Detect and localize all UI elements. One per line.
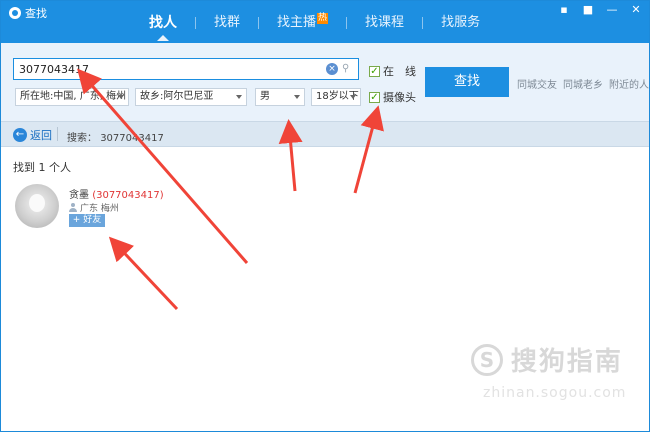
title-bar: 查找 ▪ ■ — ✕ 找人 找群 找主播热 找课程 找服务 — [1, 1, 649, 43]
search-panel: × ⚲ ✓ 在 线 ✓ 摄像头 查找 同城交友 同城老乡 附近的人 所在地:中国… — [1, 43, 649, 121]
link-fellow-townsmen[interactable]: 同城老乡 — [563, 76, 603, 91]
tab-label: 找课程 — [365, 15, 405, 30]
hot-badge: 热 — [317, 13, 329, 24]
result-count: 找到 1 个人 — [13, 161, 71, 174]
app-logo-icon — [9, 7, 21, 19]
camera-label: 摄像头 — [383, 91, 416, 104]
user-location: 广东 梅州 — [69, 201, 119, 214]
toolbar-divider — [57, 127, 58, 141]
search-breadcrumb: 搜索： 3077043417 — [67, 129, 164, 144]
tab-label: 找服务 — [441, 15, 481, 30]
person-icon — [69, 203, 77, 212]
close-button[interactable]: ✕ — [629, 3, 643, 16]
hometown-select[interactable]: 故乡:阿尔巴尼亚 — [135, 88, 247, 106]
avatar[interactable] — [15, 184, 59, 228]
chevron-down-icon — [118, 95, 124, 99]
hometown-select-value: 故乡:阿尔巴尼亚 — [140, 91, 214, 102]
tab-find-services[interactable]: 找服务 — [423, 13, 498, 41]
tab-label: 找主播 — [277, 15, 317, 30]
search-window: 查找 ▪ ■ — ✕ 找人 找群 找主播热 找课程 找服务 × ⚲ ✓ 在 — [0, 0, 650, 432]
main-tabs: 找人 找群 找主播热 找课程 找服务 — [131, 13, 498, 41]
watermark-text: 搜狗指南 — [510, 347, 623, 377]
search-box: × ⚲ — [13, 58, 359, 80]
sogou-logo-icon: S — [471, 343, 503, 376]
gender-select[interactable]: 男 — [255, 88, 305, 106]
watermark-url: zhinan.sogou.com — [483, 385, 627, 401]
tab-find-people[interactable]: 找人 — [131, 13, 195, 41]
search-input[interactable] — [14, 59, 314, 79]
tab-find-courses[interactable]: 找课程 — [347, 13, 422, 41]
back-label: 返回 — [30, 129, 52, 142]
add-friend-button[interactable]: + 好友 — [69, 214, 105, 227]
user-name[interactable]: 贪墨 (3077043417) — [69, 186, 164, 201]
chevron-down-icon — [294, 95, 300, 99]
search-term: 3077043417 — [100, 133, 164, 144]
camera-checkbox[interactable]: ✓ — [369, 91, 380, 103]
app-title: 查找 — [9, 5, 47, 21]
tab-find-groups[interactable]: 找群 — [196, 13, 258, 41]
search-prefix: 搜索： — [67, 133, 97, 144]
tab-label: 找群 — [214, 15, 241, 30]
clear-icon[interactable]: × — [326, 63, 338, 75]
age-select[interactable]: 18岁以下 — [311, 88, 361, 106]
location-pin-icon[interactable]: ⚲ — [342, 63, 352, 75]
tab-label: 找人 — [149, 15, 177, 31]
watermark: S 搜狗指南 zhinan.sogou.com — [471, 341, 625, 401]
skin-icon[interactable]: ▪ — [557, 3, 571, 16]
back-button[interactable]: ← 返回 — [13, 127, 52, 143]
gender-select-value: 男 — [260, 91, 270, 102]
user-location-text: 广东 梅州 — [80, 204, 119, 214]
settings-icon[interactable]: ■ — [581, 3, 595, 16]
online-checkbox[interactable]: ✓ — [369, 65, 380, 77]
online-label: 在 线 — [383, 65, 416, 78]
window-title: 查找 — [25, 7, 47, 20]
link-local-friends[interactable]: 同城交友 — [517, 76, 557, 91]
find-button[interactable]: 查找 — [425, 67, 509, 97]
link-nearby-people[interactable]: 附近的人 — [609, 76, 649, 91]
tab-find-streamers[interactable]: 找主播热 — [259, 13, 346, 41]
chevron-down-icon — [236, 95, 242, 99]
location-select-value: 所在地:中国, 广东, 梅州 — [20, 91, 127, 102]
minimize-button[interactable]: — — [605, 3, 619, 16]
user-nickname: 贪墨 — [69, 190, 89, 201]
arrow-to-add-friend — [108, 236, 179, 311]
camera-option[interactable]: ✓ 摄像头 — [369, 89, 416, 105]
result-toolbar: ← 返回 搜索： 3077043417 — [1, 121, 649, 147]
chevron-down-icon — [350, 95, 356, 99]
back-arrow-icon: ← — [13, 128, 27, 142]
online-option[interactable]: ✓ 在 线 — [369, 63, 416, 79]
window-controls: ▪ ■ — ✕ — [557, 3, 643, 16]
quick-links: 同城交友 同城老乡 附近的人 — [517, 76, 649, 91]
user-qq-id: (3077043417) — [92, 190, 164, 201]
location-select[interactable]: 所在地:中国, 广东, 梅州 — [15, 88, 129, 106]
